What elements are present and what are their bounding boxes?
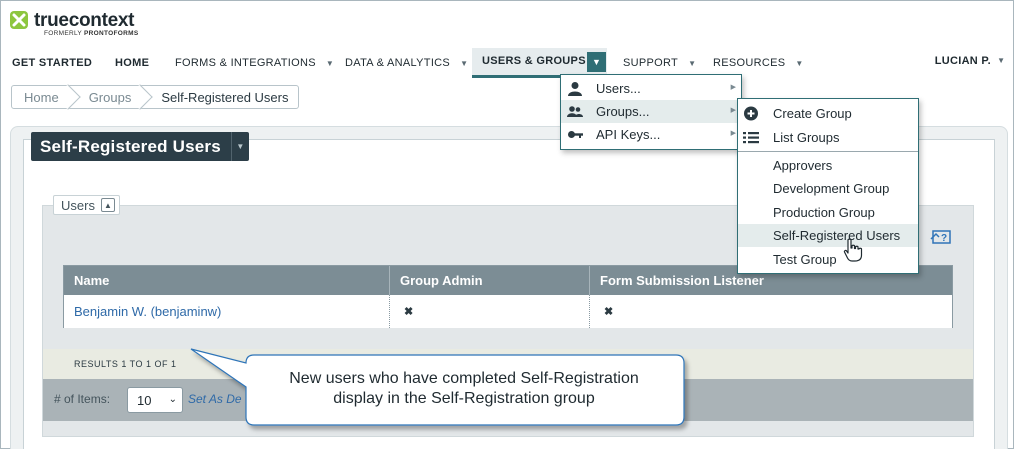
list-icon <box>743 132 759 144</box>
group-icon <box>567 106 583 117</box>
page-title: Self-Registered Users <box>40 136 221 156</box>
plus-circle-icon <box>744 106 758 121</box>
hand-pointer-icon <box>843 238 863 262</box>
callout-annotation: New users who have completed Self-Regist… <box>190 348 685 426</box>
truecontext-logo-icon <box>10 11 28 29</box>
chevron-right-icon: ▶ <box>730 84 736 91</box>
chevron-right-icon: ▶ <box>730 107 736 114</box>
title-dropdown-icon[interactable]: ▼ <box>230 132 249 161</box>
page-title-box: Self-Registered Users ▼ <box>31 132 249 161</box>
help-icon[interactable]: ? <box>930 228 953 246</box>
breadcrumb-current: Self-Registered Users <box>161 89 289 105</box>
submenu-group-test[interactable]: Test Group <box>738 248 918 271</box>
submenu-group-approvers[interactable]: Approvers <box>738 154 918 177</box>
user-menu[interactable]: LUCIAN P. <box>935 55 991 67</box>
submenu-group-self-registered[interactable]: Self-Registered Users <box>738 224 918 247</box>
caret-down-icon: ▼ <box>325 58 335 68</box>
nav-data-analytics[interactable]: DATA & ANALYTICS ▼ <box>345 48 468 78</box>
caret-down-icon[interactable]: ▼ <box>997 56 1005 65</box>
main-nav: GET STARTED HOME FORMS & INTEGRATIONS ▼ D… <box>1 48 1014 78</box>
breadcrumb: Home Groups Self-Registered Users <box>11 85 300 109</box>
chevron-right-icon: ▶ <box>730 130 736 137</box>
svg-text:?: ? <box>941 233 947 244</box>
nav-forms-integrations[interactable]: FORMS & INTEGRATIONS ▼ <box>175 48 334 78</box>
submenu-group-production[interactable]: Production Group <box>738 201 918 224</box>
key-icon <box>568 131 583 138</box>
menu-item-groups[interactable]: Groups... ▶ <box>561 100 741 123</box>
submenu-list-groups[interactable]: List Groups <box>738 126 918 149</box>
submenu-divider <box>738 151 918 152</box>
submenu-create-group[interactable]: Create Group <box>738 102 918 125</box>
nav-home[interactable]: HOME <box>115 48 149 78</box>
groups-submenu: Create Group List Groups Approvers Devel… <box>737 98 919 274</box>
user-icon <box>568 82 582 96</box>
nav-get-started[interactable]: GET STARTED <box>12 48 92 78</box>
dropdown-toggle-icon[interactable]: ▼ <box>587 52 606 72</box>
caret-down-icon: ▼ <box>688 58 697 68</box>
users-groups-menu: Users... ▶ Groups... ▶ API Keys... ▶ <box>560 74 742 150</box>
column-header-name[interactable]: Name <box>64 266 390 295</box>
collapse-icon[interactable]: ▲ <box>100 198 115 212</box>
brand-name: truecontext <box>34 10 135 31</box>
breadcrumb-home[interactable]: Home <box>12 86 71 108</box>
users-section-label: Users <box>61 197 95 213</box>
menu-item-users[interactable]: Users... ▶ <box>561 77 741 100</box>
items-per-page-label: # of Items: <box>54 392 111 406</box>
caret-down-icon: ▼ <box>460 58 469 68</box>
caret-down-icon: ▼ <box>795 58 804 68</box>
breadcrumb-groups[interactable]: Groups <box>71 86 144 108</box>
submenu-group-development[interactable]: Development Group <box>738 177 918 200</box>
users-section-tab[interactable]: Users ▲ <box>53 195 120 215</box>
callout-text: New users who have completed Self-Regist… <box>289 370 639 407</box>
brand-subtitle: FORMERLY PRONTOFORMS <box>44 30 139 37</box>
column-header-group-admin[interactable]: Group Admin <box>390 266 590 295</box>
menu-item-api-keys[interactable]: API Keys... ▶ <box>561 123 741 146</box>
